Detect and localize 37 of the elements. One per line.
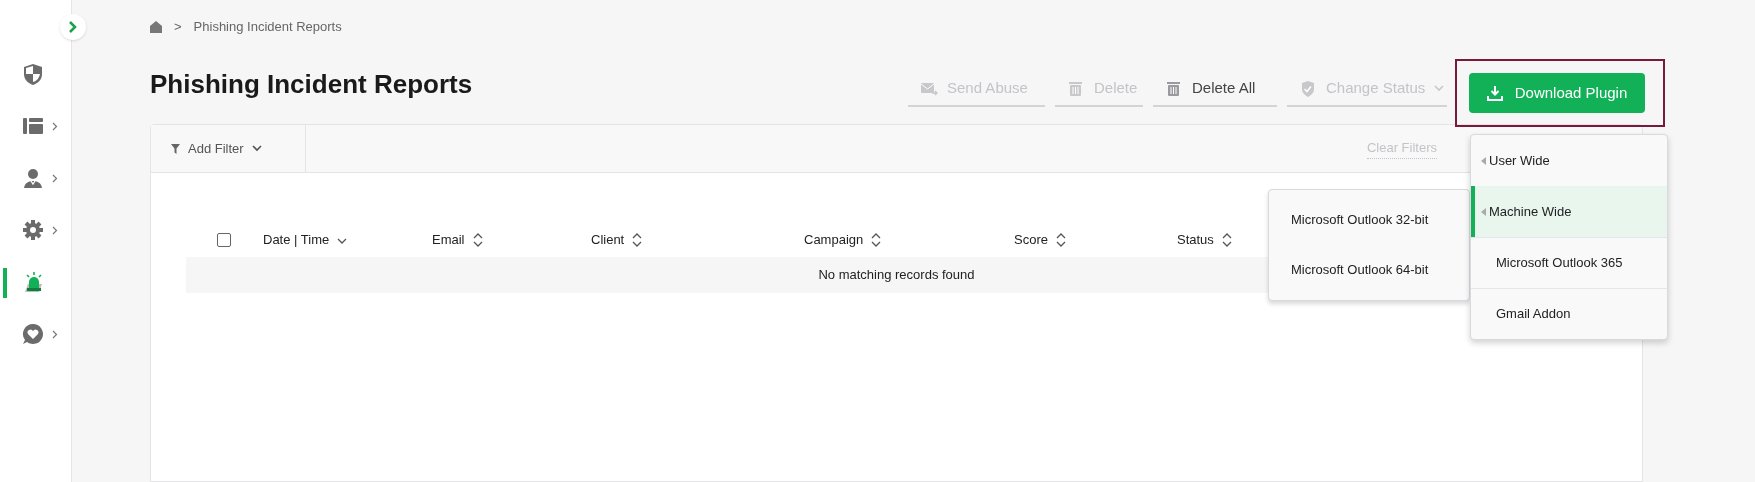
menu-item[interactable]: User Wide — [1471, 135, 1667, 186]
chevron-right-icon — [68, 21, 78, 33]
column-header[interactable]: Client — [591, 230, 804, 250]
sidebar-item[interactable] — [22, 323, 58, 345]
download-icon — [1486, 85, 1503, 101]
trash-icon — [1165, 79, 1183, 97]
sidebar-item[interactable] — [22, 219, 58, 241]
column-header[interactable]: Email — [432, 230, 591, 250]
column-header[interactable]: Date | Time — [263, 230, 432, 250]
menu-item[interactable]: Microsoft Outlook 365 — [1471, 237, 1667, 288]
column-header[interactable]: Campaign — [804, 230, 1014, 250]
toolbar-button[interactable]: Delete All — [1153, 71, 1277, 107]
select-all-checkbox[interactable] — [217, 233, 231, 247]
breadcrumb-current: Phishing Incident Reports — [193, 18, 342, 37]
trash-icon — [1067, 79, 1085, 97]
layout-icon — [22, 115, 44, 137]
menu-item[interactable]: Machine Wide — [1471, 186, 1667, 237]
sidebar-item[interactable] — [22, 63, 44, 85]
column-header[interactable]: Score — [1014, 230, 1177, 250]
sidebar-item[interactable] — [22, 271, 44, 293]
shield-icon — [22, 63, 44, 85]
gear-icon — [22, 219, 44, 241]
chevron-down-icon — [251, 145, 262, 152]
siren-icon — [22, 271, 44, 293]
heart-chat-icon — [22, 323, 44, 345]
person-icon — [22, 167, 44, 189]
filter-icon — [171, 143, 180, 154]
sidebar-item[interactable] — [22, 167, 58, 189]
sidebar-item[interactable] — [22, 115, 58, 137]
sidebar-toggle[interactable] — [60, 14, 86, 40]
chevron-down-icon — [1434, 84, 1445, 92]
breadcrumb-separator: > — [174, 18, 182, 37]
home-icon[interactable] — [150, 21, 162, 33]
badge-check-icon — [1299, 79, 1317, 97]
page-title: Phishing Incident Reports — [150, 67, 473, 101]
add-filter-button[interactable]: Add Filter — [151, 125, 306, 172]
menu-item[interactable]: Gmail Addon — [1471, 288, 1667, 339]
